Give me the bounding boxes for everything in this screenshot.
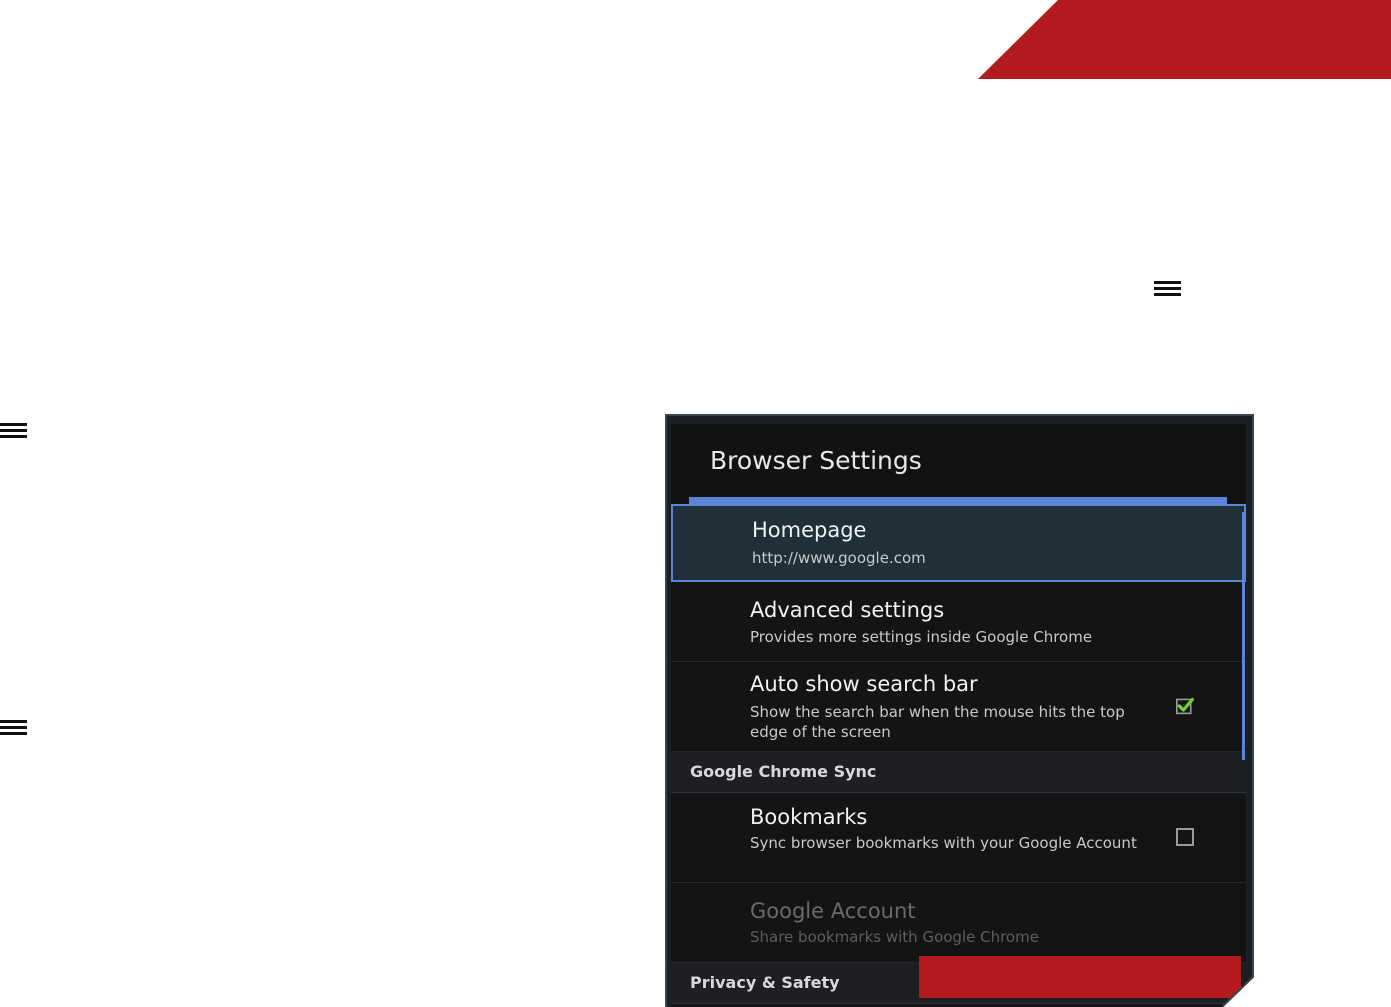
browser-settings-screenshot: Browser Settings Homepage http://www.goo… <box>665 414 1254 1007</box>
panel-corner-cut <box>1222 976 1254 1007</box>
hamburger-menu-icon[interactable] <box>1154 279 1181 299</box>
settings-list: Homepage http://www.google.com Advanced … <box>671 504 1246 1004</box>
checkbox-empty-icon[interactable] <box>1176 828 1194 846</box>
checkbox-checked-icon[interactable] <box>1176 697 1194 715</box>
row-subtitle: http://www.google.com <box>752 549 926 567</box>
settings-item-homepage[interactable]: Homepage http://www.google.com <box>671 504 1246 582</box>
corner-banner <box>978 0 1391 79</box>
settings-item-advanced[interactable]: Advanced settings Provides more settings… <box>671 582 1246 662</box>
scroll-indicator <box>1242 512 1245 760</box>
hamburger-menu-icon[interactable] <box>0 718 27 738</box>
row-subtitle: Provides more settings inside Google Chr… <box>750 628 1093 646</box>
settings-screen: Browser Settings Homepage http://www.goo… <box>671 424 1246 1007</box>
row-title: Bookmarks <box>750 805 868 829</box>
row-title: Homepage <box>752 518 867 542</box>
settings-title: Browser Settings <box>710 446 922 475</box>
section-title: Privacy & Safety <box>690 973 840 992</box>
row-title: Advanced settings <box>750 598 945 622</box>
title-underline <box>689 497 1227 504</box>
row-subtitle: Sync browser bookmarks with your Google … <box>750 834 1137 852</box>
row-title: Google Account <box>750 899 916 923</box>
row-title: Auto show search bar <box>750 672 978 696</box>
settings-item-google-account: Google Account Share bookmarks with Goog… <box>671 883 1246 963</box>
row-subtitle: Show the search bar when the mouse hits … <box>750 703 1125 741</box>
section-title: Google Chrome Sync <box>690 762 877 781</box>
hamburger-menu-icon[interactable] <box>0 421 27 441</box>
red-bar <box>919 956 1241 998</box>
settings-item-auto-show-search-bar[interactable]: Auto show search bar Show the search bar… <box>671 662 1246 752</box>
row-subtitle: Share bookmarks with Google Chrome <box>750 928 1039 946</box>
title-bar: Browser Settings <box>671 424 1246 504</box>
section-header-sync: Google Chrome Sync <box>671 752 1246 793</box>
settings-item-bookmarks[interactable]: Bookmarks Sync browser bookmarks with yo… <box>671 793 1246 883</box>
